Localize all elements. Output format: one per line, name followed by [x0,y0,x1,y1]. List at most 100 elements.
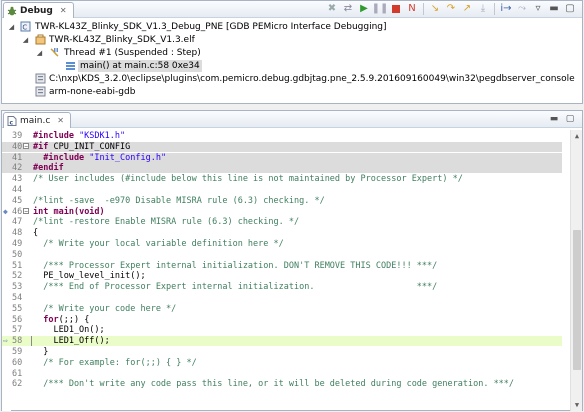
code-line[interactable]: 41 #include "Init_Config.h" [2,152,562,163]
code-line[interactable]: 57 LED1_On(); [2,325,562,335]
maximize-icon[interactable]: ▢ [564,113,576,125]
debug-tab[interactable]: Debug ✕ [3,2,74,18]
fold-toggle-icon[interactable]: − [23,207,29,214]
code-token: LED1_Off(); [33,336,110,347]
tree-item-launch[interactable]: ◢ C TWR-KL43Z_Blinky_SDK_V1.3_Debug_PNE … [2,20,582,33]
code-text: int main(void) [33,207,105,217]
resume-icon[interactable]: ▶ [358,3,370,15]
collapse-icon[interactable]: ◢ [7,22,16,31]
tree-item-label: main() at main.c:58 0xe34 [78,59,202,72]
code-line[interactable]: 62 /*** Don't write any code pass this l… [2,379,562,389]
code-token: /*** Processor Expert internal initializ… [33,260,438,271]
code-line[interactable]: 39 #include "KSDK1.h" [2,131,562,141]
code-line[interactable]: 52 PE_low_level_init(); [2,271,562,281]
close-icon[interactable]: ✕ [60,6,67,15]
debug-tab-label: Debug [20,5,53,16]
line-number: 61 [12,368,23,379]
code-token: /* Write your code here */ [33,303,177,314]
code-token: main(void) [53,206,105,217]
launch-config-icon: C [20,21,31,32]
code-line[interactable]: 55 /* Write your code here */ [2,304,562,314]
tree-item-stack-frame[interactable]: main() at main.c:58 0xe34 [2,59,582,72]
remove-terminated-icon[interactable]: ✖ [326,3,338,15]
code-line[interactable]: 54 [2,293,562,303]
code-text: PE_low_level_init(); [33,271,145,281]
scrollbar-thumb[interactable] [573,230,581,370]
code-line[interactable]: 46− ◆ int main(void) [2,207,562,217]
code-line-current[interactable]: 58 ⇨ LED1_Off(); [2,336,562,347]
use-step-filters-icon[interactable]: ⤳ [516,3,528,15]
tree-item-gdb-server[interactable]: C:\nxp\KDS_3.2.0\eclipse\plugins\com.pem… [2,72,582,85]
minimize-icon[interactable]: ▬ [548,3,560,15]
code-line[interactable]: 53 /*** End of Processor Expert internal… [2,282,562,292]
instruction-stepping-icon[interactable]: i→ [500,3,512,15]
line-number: 41 [12,152,23,163]
code-line[interactable]: 49 /* Write your local variable definiti… [2,239,562,249]
maximize-icon[interactable]: ▢ [564,3,576,15]
code-editor[interactable]: 39 #include "KSDK1.h" 40− #if CPU_INIT_CONF… [2,130,582,411]
code-token: #if [33,141,49,152]
debug-toolbar: ✖ ⇄ ▶ ❚❚ N ↘ ↷ ↗ ⤓ i→ ⤳ ▿ ▬ ▢ [326,3,576,15]
suspend-icon[interactable]: ❚❚ [372,3,389,15]
code-text: /*** Processor Expert internal initializ… [33,261,437,271]
disconnect-icon[interactable]: N [406,3,418,15]
code-line[interactable]: 61 [2,369,562,379]
c-file-icon: c [7,115,17,126]
code-line[interactable]: 43 /* User includes (#include below this … [2,174,562,184]
debug-view-tabbar: Debug ✕ ✖ ⇄ ▶ ❚❚ N ↘ ↷ ↗ ⤓ i→ ⤳ ▿ ▬ ▢ [2,1,582,18]
scroll-down-icon[interactable]: ▼ [571,399,582,411]
code-line[interactable]: 44 [2,185,562,195]
code-token: /*** End of Processor Expert internal in… [33,282,438,293]
code-line[interactable]: 40− #if CPU_INIT_CONFIG [2,141,562,152]
collapse-icon[interactable]: ◢ [21,35,30,44]
tree-item-label: C:\nxp\KDS_3.2.0\eclipse\plugins\com.pem… [49,73,575,84]
code-line[interactable]: 42 #endif [2,163,562,174]
close-icon[interactable]: ✕ [57,116,64,125]
code-line[interactable]: 45 /*lint -save -e970 Disable MISRA rule … [2,196,562,206]
code-token: #include [33,131,80,141]
code-token: CPU_INIT_CONFIG [48,141,131,152]
editor-view: c main.c ✕ ▬ ▢ 39 #include "KSDK1.h" 40− #i… [1,110,583,411]
code-token: "Init_Config.h" [89,152,167,163]
code-token: for [43,314,59,325]
step-return-icon[interactable]: ↗ [461,3,473,15]
code-line[interactable]: 60 /* For example: for(;;) { } */ [2,358,562,368]
line-number: 47 [12,217,23,228]
code-line[interactable]: 47 /*lint -restore Enable MISRA rule (6.3… [2,217,562,227]
connect-icon[interactable]: ⇄ [342,3,354,15]
code-text: /* For example: for(;;) { } */ [33,358,197,368]
vertical-scrollbar[interactable]: ▲ ▼ [570,130,582,411]
scroll-up-icon[interactable]: ▲ [571,130,582,142]
function-marker-icon: ◆ [3,206,8,216]
tree-item-thread[interactable]: ◢ Thread #1 (Suspended : Step) [2,46,582,59]
drop-to-frame-icon[interactable]: ⤓ [477,3,489,15]
line-number: 50 [12,249,23,260]
line-number: 55 [12,303,23,314]
elf-process-icon [35,34,46,45]
editor-tabbar: c main.c ✕ ▬ ▢ [2,111,582,128]
terminate-icon[interactable] [390,3,402,15]
tree-item-gdb[interactable]: arm-none-eabi-gdb [2,85,582,98]
code-text: /*lint -restore Enable MISRA rule (6.3) … [33,217,299,227]
step-over-icon[interactable]: ↷ [445,3,457,15]
editor-view-controls: ▬ ▢ [548,113,576,125]
code-line[interactable]: 48 { [2,228,562,238]
code-token: "KSDK1.h" [79,131,126,141]
tree-item-process[interactable]: ◢ TWR-KL43Z_Blinky_SDK_V1.3.elf [2,33,582,46]
step-into-icon[interactable]: ↘ [429,3,441,15]
debug-view: Debug ✕ ✖ ⇄ ▶ ❚❚ N ↘ ↷ ↗ ⤓ i→ ⤳ ▿ ▬ ▢ ◢ [1,0,583,104]
collapse-icon[interactable]: ◢ [35,48,44,57]
code-line[interactable]: 56 for(;;) { [2,315,562,325]
line-number: 51 [12,260,23,271]
line-number: 43 [12,174,23,185]
code-text: /* Write your code here */ [33,304,176,314]
code-line[interactable]: 51 /*** Processor Expert internal initia… [2,261,562,271]
minimize-icon[interactable]: ▬ [548,113,560,125]
svg-text:C: C [22,24,27,32]
view-menu-icon[interactable]: ▿ [532,3,544,15]
code-line[interactable]: 50 [2,250,562,260]
fold-toggle-icon[interactable]: − [23,142,29,149]
editor-tab-main-c[interactable]: c main.c ✕ [3,112,71,128]
code-line[interactable]: 59 } [2,347,562,357]
